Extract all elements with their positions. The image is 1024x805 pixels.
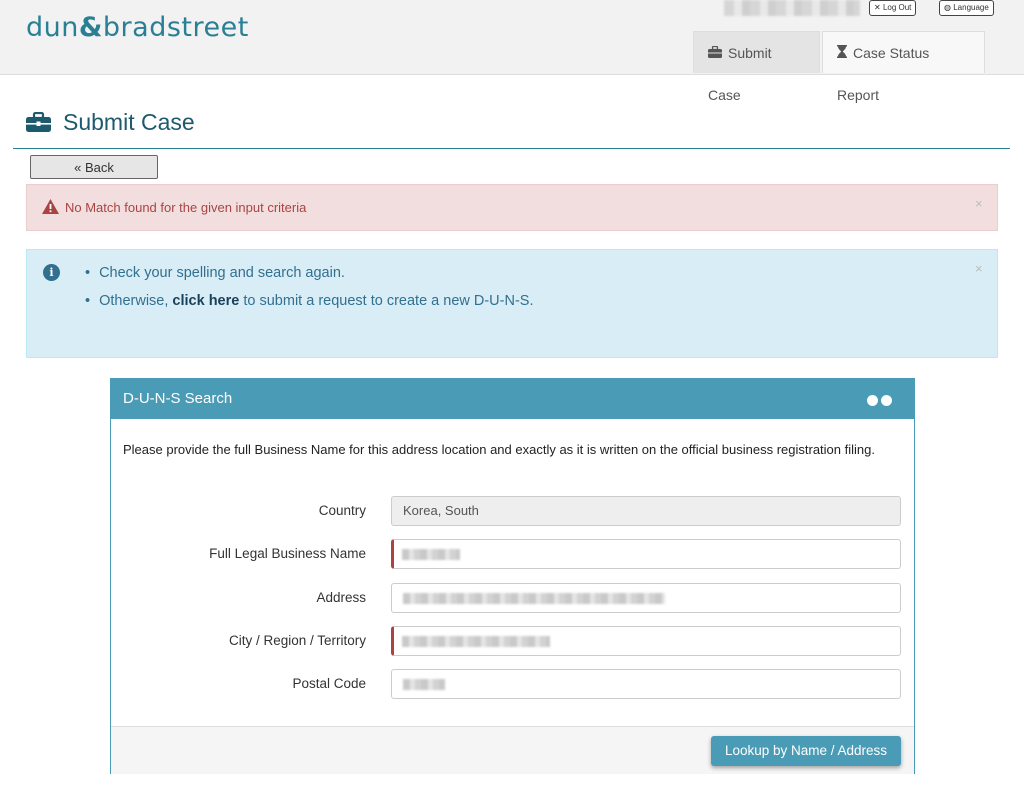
page-title: Submit Case [26, 109, 195, 136]
logo-ampersand: & [78, 12, 103, 43]
panel-toggle-icon[interactable] [864, 393, 892, 410]
business-name-row: Full Legal Business Name [111, 539, 914, 569]
city-row: City / Region / Territory [111, 626, 914, 656]
country-row: Country Korea, South [111, 496, 914, 526]
duns-search-panel: D-U-N-S Search Please provide the full B… [110, 378, 915, 774]
tips-list: Check your spelling and search again. Ot… [85, 265, 534, 321]
redacted-value [403, 593, 665, 605]
logo-text-bradstreet: bradstreet [102, 12, 249, 43]
city-input[interactable] [391, 626, 901, 656]
country-field: Korea, South [391, 496, 901, 526]
close-icon[interactable]: × [975, 261, 983, 276]
create-duns-link[interactable]: click here [172, 293, 239, 309]
language-button[interactable]: ◍ Language [939, 0, 994, 16]
panel-header: D-U-N-S Search [111, 379, 914, 419]
business-name-input[interactable] [391, 539, 901, 569]
top-header: dun&bradstreet ✕ Log Out ◍ Language Subm… [0, 0, 1024, 103]
address-input[interactable] [391, 583, 901, 613]
dnb-logo[interactable]: dun&bradstreet [26, 12, 249, 43]
address-label: Address [316, 590, 366, 605]
search-tips-alert: i Check your spelling and search again. … [26, 249, 998, 358]
country-label: Country [318, 503, 366, 518]
tab-case-status-report[interactable]: Case Status Report [822, 31, 985, 103]
search-instructions: Please provide the full Business Name fo… [123, 442, 875, 457]
postal-code-input[interactable] [391, 669, 901, 699]
no-match-alert: No Match found for the given input crite… [26, 184, 998, 231]
panel-title: D-U-N-S Search [123, 390, 233, 407]
list-item: Otherwise, click here to submit a reques… [85, 293, 533, 309]
user-name-redacted [724, 0, 860, 16]
close-icon[interactable]: × [975, 196, 983, 211]
title-divider [13, 148, 1010, 149]
panel-footer: Lookup by Name / Address [111, 726, 914, 774]
back-button[interactable]: « Back [30, 155, 158, 179]
redacted-value [402, 549, 460, 561]
lookup-button[interactable]: Lookup by Name / Address [711, 736, 901, 766]
logo-text-dun: dun [26, 12, 79, 43]
briefcase-icon [708, 32, 722, 74]
briefcase-icon [26, 111, 51, 132]
alert-message: No Match found for the given input crite… [65, 200, 307, 215]
close-icon: ✕ [874, 3, 881, 12]
business-name-label: Full Legal Business Name [209, 546, 366, 561]
hourglass-icon [837, 32, 847, 74]
address-row: Address [111, 583, 914, 613]
postal-code-label: Postal Code [292, 676, 366, 691]
postal-code-row: Postal Code [111, 669, 914, 699]
redacted-value [402, 636, 550, 648]
info-icon: i [43, 264, 60, 281]
tab-submit-case[interactable]: Submit Case [693, 31, 820, 103]
globe-icon: ◍ [944, 3, 951, 12]
logout-button[interactable]: ✕ Log Out [869, 0, 917, 16]
city-label: City / Region / Territory [228, 633, 366, 648]
list-item: Check your spelling and search again. [85, 265, 534, 281]
redacted-value [403, 679, 445, 691]
warning-icon [42, 199, 59, 217]
